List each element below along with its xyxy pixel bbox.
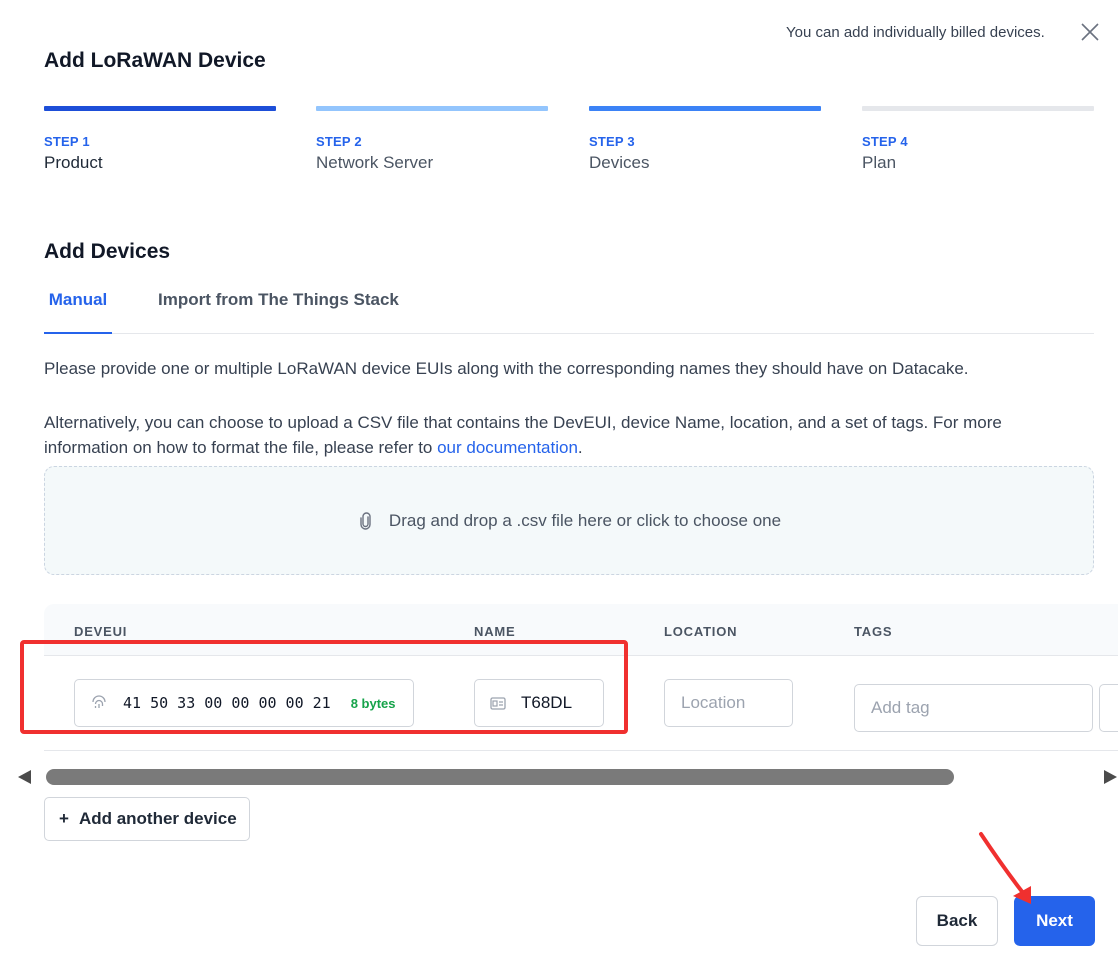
column-header-name: NAME <box>474 624 516 639</box>
tag-input-extra[interactable] <box>1099 684 1118 732</box>
step-network-server[interactable]: STEP 2 Network Server <box>316 106 548 173</box>
scroll-thumb[interactable] <box>46 769 954 785</box>
tag-input[interactable]: Add tag <box>854 684 1093 732</box>
close-icon <box>1081 23 1099 41</box>
fingerprint-icon <box>92 695 106 708</box>
add-another-device-button[interactable]: + Add another device <box>44 797 250 841</box>
horizontal-scrollbar[interactable] <box>0 766 1118 788</box>
plus-icon: + <box>59 809 69 828</box>
csv-dropzone[interactable]: Drag and drop a .csv file here or click … <box>44 466 1094 575</box>
billing-notice: You can add individually billed devices. <box>786 24 1045 41</box>
csv-instructions-end: . <box>577 438 583 457</box>
step-number: STEP 4 <box>862 134 908 149</box>
tab-import-things-stack[interactable]: Import from The Things Stack <box>158 290 399 334</box>
instructions-text: Please provide one or multiple LoRaWAN d… <box>44 359 969 378</box>
step-progress-bar <box>589 106 821 111</box>
step-progress-bar <box>316 106 548 111</box>
next-button[interactable]: Next <box>1014 896 1095 946</box>
step-product[interactable]: STEP 1 Product <box>44 106 276 173</box>
step-number: STEP 3 <box>589 134 635 149</box>
location-input[interactable]: Location <box>664 679 793 727</box>
step-name: Devices <box>589 153 650 172</box>
close-button[interactable] <box>1079 21 1101 43</box>
column-header-location: LOCATION <box>664 624 738 639</box>
step-number: STEP 1 <box>44 134 90 149</box>
back-button[interactable]: Back <box>916 896 998 946</box>
add-device-label: Add another device <box>78 809 237 828</box>
device-name-value: T68DL <box>521 693 573 712</box>
table-row: 41 50 33 00 00 00 00 21 8 bytes T68DL Lo… <box>44 656 1118 751</box>
step-name: Product <box>44 153 103 172</box>
step-progress-bar <box>44 106 276 111</box>
step-name: Network Server <box>316 153 434 172</box>
documentation-link[interactable]: our documentation <box>437 438 578 457</box>
byte-count-badge: 8 bytes <box>350 695 396 711</box>
deveui-input[interactable]: 41 50 33 00 00 00 00 21 8 bytes <box>74 679 414 727</box>
step-devices[interactable]: STEP 3 Devices <box>589 106 821 173</box>
deveui-value: 41 50 33 00 00 00 00 21 <box>123 694 331 712</box>
scroll-right-arrow-icon[interactable] <box>1104 770 1117 784</box>
scroll-left-arrow-icon[interactable] <box>18 770 31 784</box>
tab-bar: Manual Import from The Things Stack <box>44 290 1094 334</box>
devices-table: DEVEUI NAME LOCATION TAGS 41 50 33 00 00… <box>44 604 1118 751</box>
tab-manual[interactable]: Manual <box>44 290 112 334</box>
column-header-deveui: DEVEUI <box>74 624 128 639</box>
device-name-input[interactable]: T68DL <box>474 679 604 727</box>
dropzone-text: Drag and drop a .csv file here or click … <box>388 510 782 530</box>
step-number: STEP 2 <box>316 134 362 149</box>
column-header-tags: TAGS <box>854 624 893 639</box>
table-header: DEVEUI NAME LOCATION TAGS <box>44 604 1118 656</box>
dialog-title: Add LoRaWAN Device <box>44 49 266 72</box>
paperclip-icon <box>360 511 371 530</box>
section-title: Add Devices <box>44 240 171 263</box>
step-plan[interactable]: STEP 4 Plan <box>862 106 1094 173</box>
step-progress-bar <box>862 106 1094 111</box>
csv-instructions: Alternatively, you can choose to upload … <box>44 410 1074 460</box>
step-name: Plan <box>862 153 897 172</box>
device-tag-icon <box>490 697 506 710</box>
